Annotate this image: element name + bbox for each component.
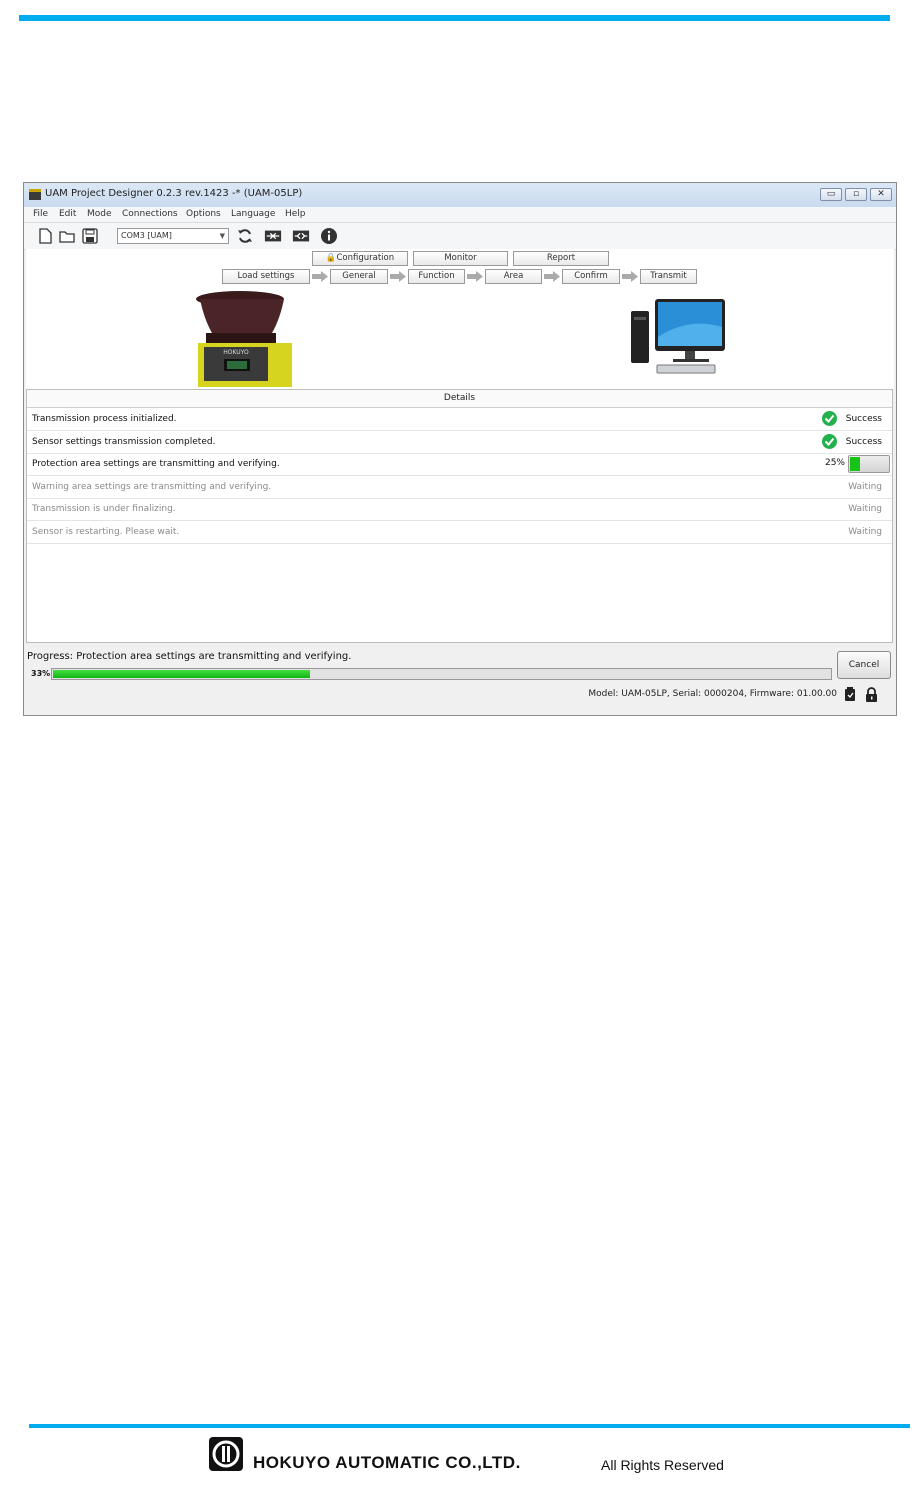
workflow-area: 🔒Configuration Monitor Report Load setti… [26, 249, 894, 389]
tab-report[interactable]: Report [513, 251, 609, 266]
maximize-button[interactable]: ▫ [845, 188, 867, 201]
details-panel: Details Transmission process initialized… [26, 389, 893, 643]
list-item: Transmission process initialized. Succes… [27, 408, 892, 431]
list-item: Warning area settings are transmitting a… [27, 476, 892, 499]
app-icon [29, 189, 41, 200]
lock-icon [866, 687, 877, 702]
top-accent-line [19, 15, 890, 21]
list-item: Sensor is restarting. Please wait. Waiti… [27, 521, 892, 544]
list-item: Protection area settings are transmittin… [27, 453, 892, 476]
bottom-accent-line [29, 1424, 910, 1428]
connect-icon[interactable] [264, 227, 282, 245]
arrow-right-icon [544, 271, 560, 282]
menu-mode[interactable]: Mode [87, 209, 112, 219]
progress-percent: 33% [31, 669, 51, 678]
company-logo-icon [209, 1437, 243, 1471]
arrow-right-icon [622, 271, 638, 282]
step-confirm[interactable]: Confirm [562, 269, 620, 284]
status-bar-info: Model: UAM-05LP, Serial: 0000204, Firmwa… [588, 689, 837, 699]
port-select[interactable]: COM3 [UAM] ▼ [117, 228, 229, 244]
new-file-icon[interactable] [36, 227, 54, 245]
close-button[interactable]: ✕ [870, 188, 892, 201]
chevron-down-icon: ▼ [219, 232, 225, 240]
step-area[interactable]: Area [485, 269, 542, 284]
app-window: UAM Project Designer 0.2.3 rev.1423 -* (… [23, 182, 897, 716]
step-function[interactable]: Function [408, 269, 465, 284]
tab-configuration[interactable]: 🔒Configuration [312, 251, 408, 266]
menu-options[interactable]: Options [186, 209, 221, 219]
tab-monitor[interactable]: Monitor [413, 251, 508, 266]
open-folder-icon[interactable] [58, 227, 76, 245]
refresh-icon[interactable] [236, 227, 254, 245]
lock-icon: 🔒 [325, 253, 337, 263]
arrow-right-icon [390, 271, 406, 282]
menu-language[interactable]: Language [231, 209, 275, 219]
menu-connections[interactable]: Connections [122, 209, 178, 219]
row-progress-fill [850, 457, 860, 471]
menu-edit[interactable]: Edit [59, 209, 76, 219]
row-progress-bar [848, 455, 890, 473]
toolbar: COM3 [UAM] ▼ [24, 223, 896, 250]
save-icon[interactable] [81, 227, 99, 245]
disconnect-icon[interactable] [292, 227, 310, 245]
footer-company-name: HOKUYO AUTOMATIC CO.,LTD. [253, 1453, 521, 1472]
list-item: Sensor settings transmission completed. … [27, 431, 892, 454]
menu-help[interactable]: Help [285, 209, 306, 219]
window-title: UAM Project Designer 0.2.3 rev.1423 -* (… [45, 188, 303, 199]
sensor-brand-label: HOKUYO [223, 349, 249, 356]
menu-file[interactable]: File [33, 209, 48, 219]
cancel-button[interactable]: Cancel [837, 651, 891, 679]
progress-label: Progress: Protection area settings are t… [27, 651, 352, 662]
list-item: Transmission is under finalizing. Waitin… [27, 498, 892, 521]
arrow-right-icon [467, 271, 483, 282]
step-general[interactable]: General [330, 269, 388, 284]
device-status-icon [845, 687, 855, 701]
title-bar: UAM Project Designer 0.2.3 rev.1423 -* (… [24, 183, 896, 208]
footer-rights: All Rights Reserved [601, 1457, 724, 1473]
success-check-icon [822, 434, 837, 449]
overall-progress-fill [53, 670, 311, 678]
minimize-button[interactable]: ▭ [820, 188, 842, 201]
step-transmit[interactable]: Transmit [640, 269, 697, 284]
arrow-right-icon [312, 271, 328, 282]
menu-bar: File Edit Mode Connections Options Langu… [24, 207, 896, 223]
overall-progress-bar [51, 668, 832, 680]
success-check-icon [822, 411, 837, 426]
info-icon[interactable] [320, 227, 338, 245]
details-header: Details [27, 390, 892, 408]
sensor-device-image: HOKUYO [196, 291, 292, 387]
step-load-settings[interactable]: Load settings [222, 269, 310, 284]
computer-image [631, 299, 725, 374]
